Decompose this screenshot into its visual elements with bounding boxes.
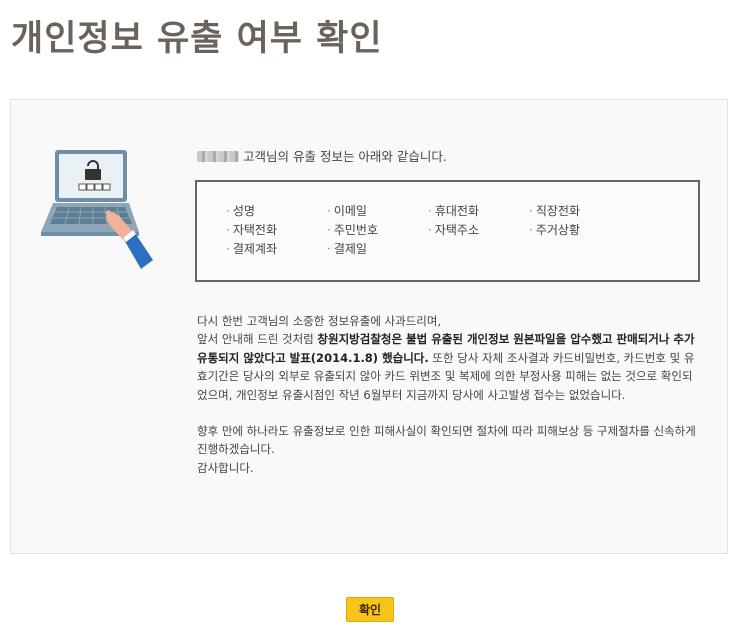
leaked-items-box: 성명 이메일 휴대전화 직장전화 자택전화 주민번호 자택주소 주거상황 결제계…	[195, 180, 700, 282]
leaked-item: 결제계좌	[226, 240, 327, 258]
masked-customer-name	[197, 151, 239, 162]
message-line: 다시 한번 고객님의 소중한 정보유출에 사과드리며,	[197, 314, 442, 328]
leaked-item: 성명	[226, 202, 327, 220]
leaked-item: 주민번호	[327, 221, 428, 239]
message-line: 감사합니다.	[197, 460, 254, 475]
leaked-item: 휴대전화	[428, 202, 529, 220]
leaked-items-list: 성명 이메일 휴대전화 직장전화 자택전화 주민번호 자택주소 주거상황 결제계…	[226, 202, 696, 258]
leaked-item: 주거상황	[529, 221, 630, 239]
intro-text: 고객님의 유출 정보는 아래와 같습니다.	[197, 148, 447, 166]
message-paragraph: 앞서 안내해 드린 것처럼 창원지방검찰청은 불법 유출된 개인정보 원본파일을…	[197, 330, 701, 404]
leak-info-panel: 고객님의 유출 정보는 아래와 같습니다. 성명 이메일 휴대전화 직장전화 자…	[10, 99, 728, 554]
laptop-lock-icon	[41, 150, 153, 269]
confirm-button[interactable]: 확인	[346, 597, 394, 622]
message-line: 향후 만에 하나라도 유출정보로 인한 피해사실이 확인되면 절차에 따라 피해…	[197, 424, 696, 457]
leaked-item: 직장전화	[529, 202, 630, 220]
page-title: 개인정보 유출 여부 확인	[11, 19, 383, 59]
leaked-item: 자택주소	[428, 221, 529, 239]
intro-message: 고객님의 유출 정보는 아래와 같습니다.	[243, 149, 447, 164]
leaked-item: 결제일	[327, 240, 428, 258]
message-text: 앞서 안내해 드린 것처럼	[197, 332, 318, 347]
leaked-item: 이메일	[327, 202, 428, 220]
apology-message: 다시 한번 고객님의 소중한 정보유출에 사과드리며, 앞서 안내해 드린 것처…	[197, 312, 701, 477]
leaked-item: 자택전화	[226, 221, 327, 239]
